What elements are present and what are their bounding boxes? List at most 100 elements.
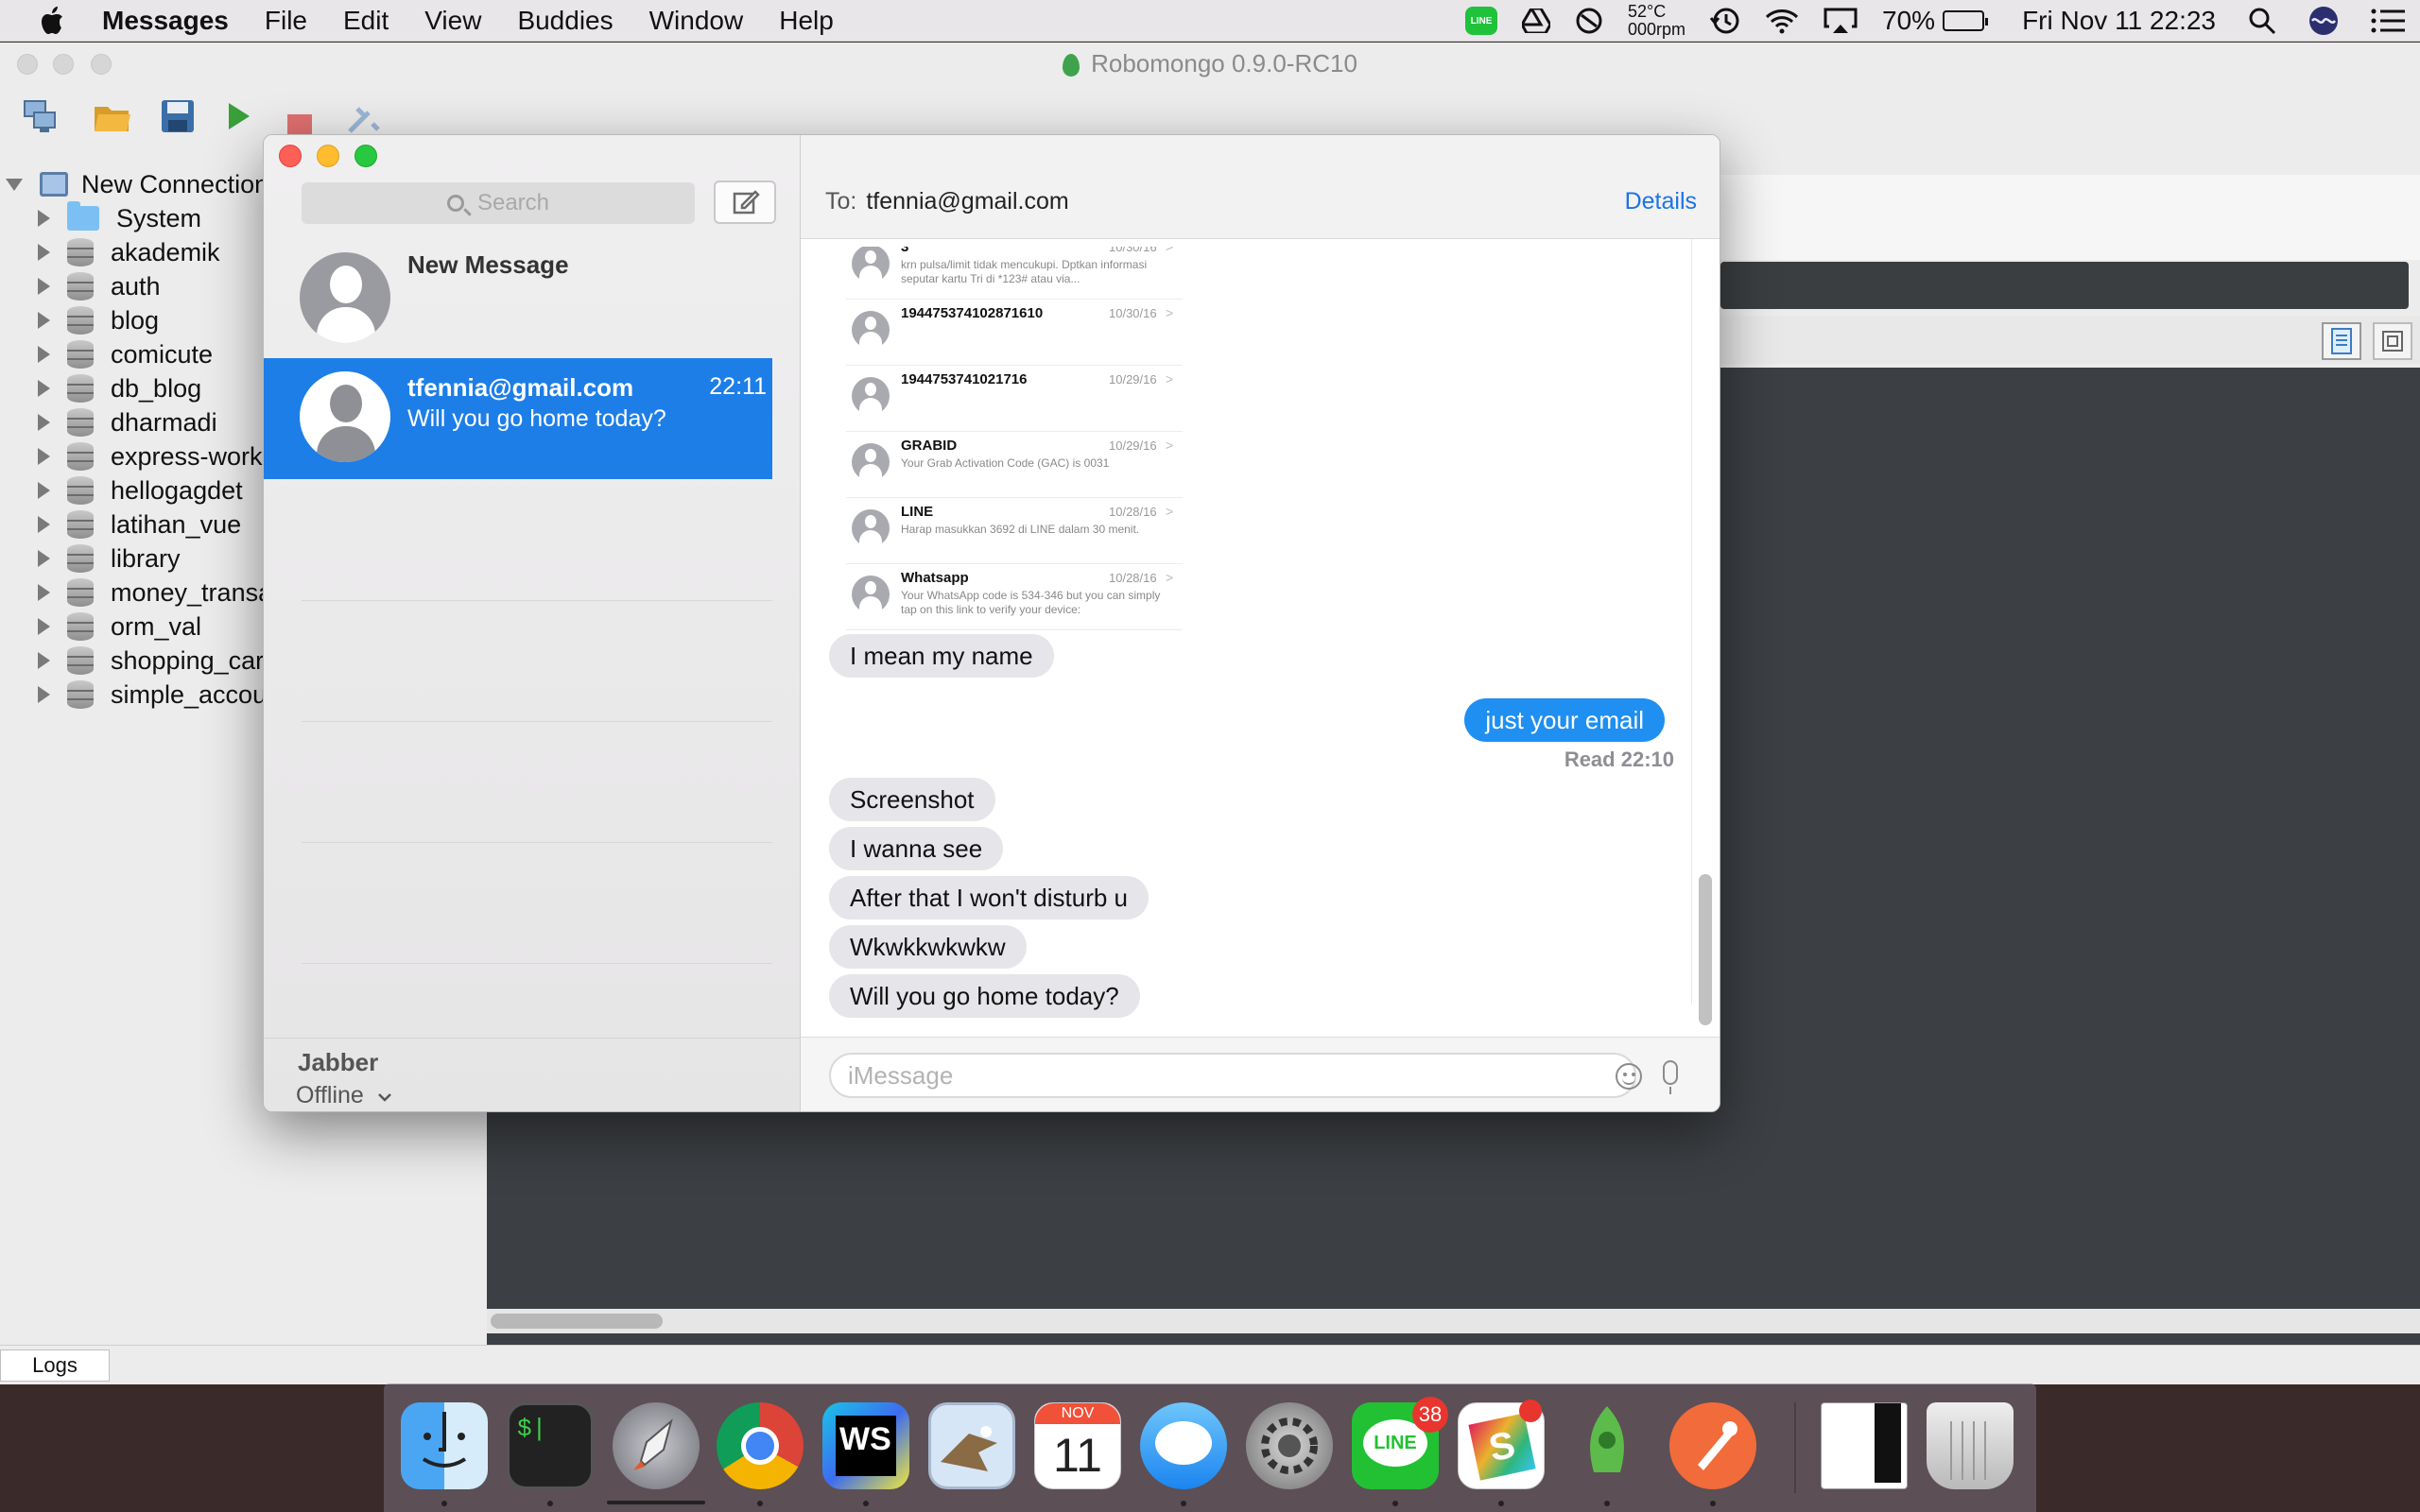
- message-bubble-incoming[interactable]: Screenshot: [829, 778, 995, 821]
- terminal-icon[interactable]: $|: [507, 1402, 594, 1489]
- imessage-input[interactable]: [829, 1053, 1636, 1098]
- message-bubble-incoming[interactable]: I wanna see: [829, 827, 1004, 870]
- tree-item-db[interactable]: db_blog: [38, 371, 201, 405]
- details-button[interactable]: Details: [1625, 188, 1697, 215]
- microphone-icon[interactable]: [1663, 1060, 1678, 1094]
- expand-triangle-icon[interactable]: [38, 244, 50, 261]
- line-status-icon[interactable]: LINE: [1465, 7, 1497, 35]
- airplay-icon[interactable]: [1824, 8, 1858, 34]
- save-icon[interactable]: [159, 97, 197, 135]
- query-input-bar[interactable]: [1720, 262, 2409, 309]
- calendar-icon[interactable]: NOV 11: [1034, 1402, 1121, 1489]
- image-attachment[interactable]: 3 10/30/16 > krn pulsa/limit tidak mencu…: [846, 247, 1183, 642]
- slack-icon[interactable]: S: [1458, 1400, 1545, 1489]
- temperature-monitor[interactable]: 52°C 000rpm: [1628, 3, 1685, 39]
- menu-app-messages[interactable]: Messages: [102, 6, 229, 36]
- message-bubble-incoming[interactable]: After that I won't disturb u: [829, 876, 1149, 919]
- avatar: [300, 252, 390, 343]
- scrollbar-thumb[interactable]: [1699, 874, 1712, 1025]
- tree-item-system[interactable]: System: [38, 201, 201, 235]
- tree-item-label: orm_val: [111, 611, 202, 641]
- system-preferences-icon[interactable]: [1246, 1402, 1333, 1489]
- document-stack-icon[interactable]: [1821, 1402, 1908, 1489]
- tree-item-db[interactable]: orm_val: [38, 610, 201, 644]
- expand-triangle-icon[interactable]: [38, 210, 50, 227]
- tree-item-db[interactable]: hellogagdet: [38, 473, 243, 507]
- tree-item-db[interactable]: dharmadi: [38, 405, 217, 439]
- do-not-disturb-icon[interactable]: [1575, 7, 1603, 35]
- mail-stamp-icon[interactable]: [928, 1402, 1015, 1489]
- recipient-field[interactable]: To: tfennia@gmail.com: [825, 188, 1069, 215]
- battery-status[interactable]: 70%: [1882, 6, 1989, 36]
- expand-triangle-icon[interactable]: [38, 346, 50, 363]
- time-machine-icon[interactable]: [1710, 7, 1740, 35]
- wifi-icon[interactable]: [1765, 8, 1799, 34]
- execute-play-icon[interactable]: [219, 97, 257, 135]
- expand-triangle-icon[interactable]: [38, 550, 50, 567]
- menu-edit[interactable]: Edit: [343, 6, 389, 36]
- tree-item-db[interactable]: express-work: [38, 439, 263, 473]
- expand-triangle-icon[interactable]: [38, 448, 50, 465]
- siri-icon[interactable]: [2308, 6, 2339, 36]
- robomongo-dock-icon[interactable]: [1564, 1402, 1651, 1489]
- conversation-selected[interactable]: tfennia@gmail.com 22:11 Will you go home…: [264, 358, 772, 479]
- custom-view-button[interactable]: [2373, 322, 2412, 360]
- expand-triangle-icon[interactable]: [38, 380, 50, 397]
- text-view-button[interactable]: [2322, 322, 2361, 360]
- expand-triangle-icon[interactable]: [38, 278, 50, 295]
- speech-bubble: [1155, 1421, 1212, 1465]
- messages-app-icon[interactable]: [1140, 1402, 1227, 1489]
- tree-item-db[interactable]: auth: [38, 269, 161, 303]
- menu-help[interactable]: Help: [779, 6, 834, 36]
- open-folder-icon[interactable]: [93, 97, 130, 135]
- expand-triangle-icon[interactable]: [38, 686, 50, 703]
- message-bubble-outgoing[interactable]: just your email: [1464, 698, 1665, 742]
- menu-file[interactable]: File: [265, 6, 307, 36]
- tree-item-db[interactable]: library: [38, 541, 181, 576]
- logs-tab[interactable]: Logs: [0, 1349, 110, 1382]
- expand-triangle-icon[interactable]: [38, 312, 50, 329]
- menu-buddies[interactable]: Buddies: [517, 6, 613, 36]
- divider: [302, 842, 772, 843]
- horizontal-scrollbar[interactable]: [487, 1309, 2420, 1333]
- expand-triangle-icon[interactable]: [38, 414, 50, 431]
- webstorm-icon[interactable]: WS: [822, 1402, 909, 1489]
- expand-triangle-icon[interactable]: [38, 516, 50, 533]
- apple-menu-icon[interactable]: [40, 6, 64, 35]
- chrome-icon[interactable]: [717, 1402, 804, 1489]
- message-bubble-incoming[interactable]: Wkwkkwkwkw: [829, 925, 1027, 969]
- tree-item-db[interactable]: akademik: [38, 235, 220, 269]
- tree-item-db[interactable]: comicute: [38, 337, 213, 371]
- expand-triangle-icon[interactable]: [38, 584, 50, 601]
- trash-icon[interactable]: [1927, 1402, 2014, 1489]
- expand-triangle-icon[interactable]: [38, 482, 50, 499]
- menu-window[interactable]: Window: [649, 6, 744, 36]
- postman-icon[interactable]: [1669, 1402, 1756, 1489]
- tree-connection[interactable]: New Connection: [6, 167, 268, 201]
- status-dropdown[interactable]: Offline: [296, 1082, 393, 1109]
- tree-item-db[interactable]: money_transa: [38, 576, 272, 610]
- menu-view[interactable]: View: [424, 6, 481, 36]
- finder-icon[interactable]: [401, 1402, 488, 1489]
- expand-triangle-icon[interactable]: [38, 618, 50, 635]
- scrollbar-thumb[interactable]: [491, 1314, 663, 1329]
- tree-item-db[interactable]: shopping_car: [38, 644, 264, 678]
- chevron-right-icon: >: [1166, 570, 1174, 585]
- spotlight-search-icon[interactable]: [2248, 7, 2276, 35]
- google-drive-icon[interactable]: [1522, 9, 1550, 33]
- message-bubble-incoming[interactable]: Will you go home today?: [829, 974, 1140, 1018]
- tree-item-db[interactable]: blog: [38, 303, 159, 337]
- notification-center-icon[interactable]: [2371, 9, 2405, 33]
- line-app-icon[interactable]: LINE 38: [1352, 1397, 1448, 1489]
- connect-icon[interactable]: [21, 97, 59, 135]
- collapse-triangle-icon[interactable]: [6, 178, 23, 191]
- launchpad-icon[interactable]: [613, 1402, 700, 1489]
- message-bubble-incoming[interactable]: I mean my name: [829, 634, 1054, 678]
- transcript-scrollbar[interactable]: [1691, 239, 1720, 1025]
- tree-item-db[interactable]: simple_accou: [38, 678, 267, 712]
- conversation-new-message[interactable]: New Message: [264, 135, 772, 352]
- expand-triangle-icon[interactable]: [38, 652, 50, 669]
- clock[interactable]: Fri Nov 11 22:23: [2022, 6, 2216, 36]
- emoji-icon[interactable]: [1616, 1063, 1642, 1090]
- tree-item-db[interactable]: latihan_vue: [38, 507, 241, 541]
